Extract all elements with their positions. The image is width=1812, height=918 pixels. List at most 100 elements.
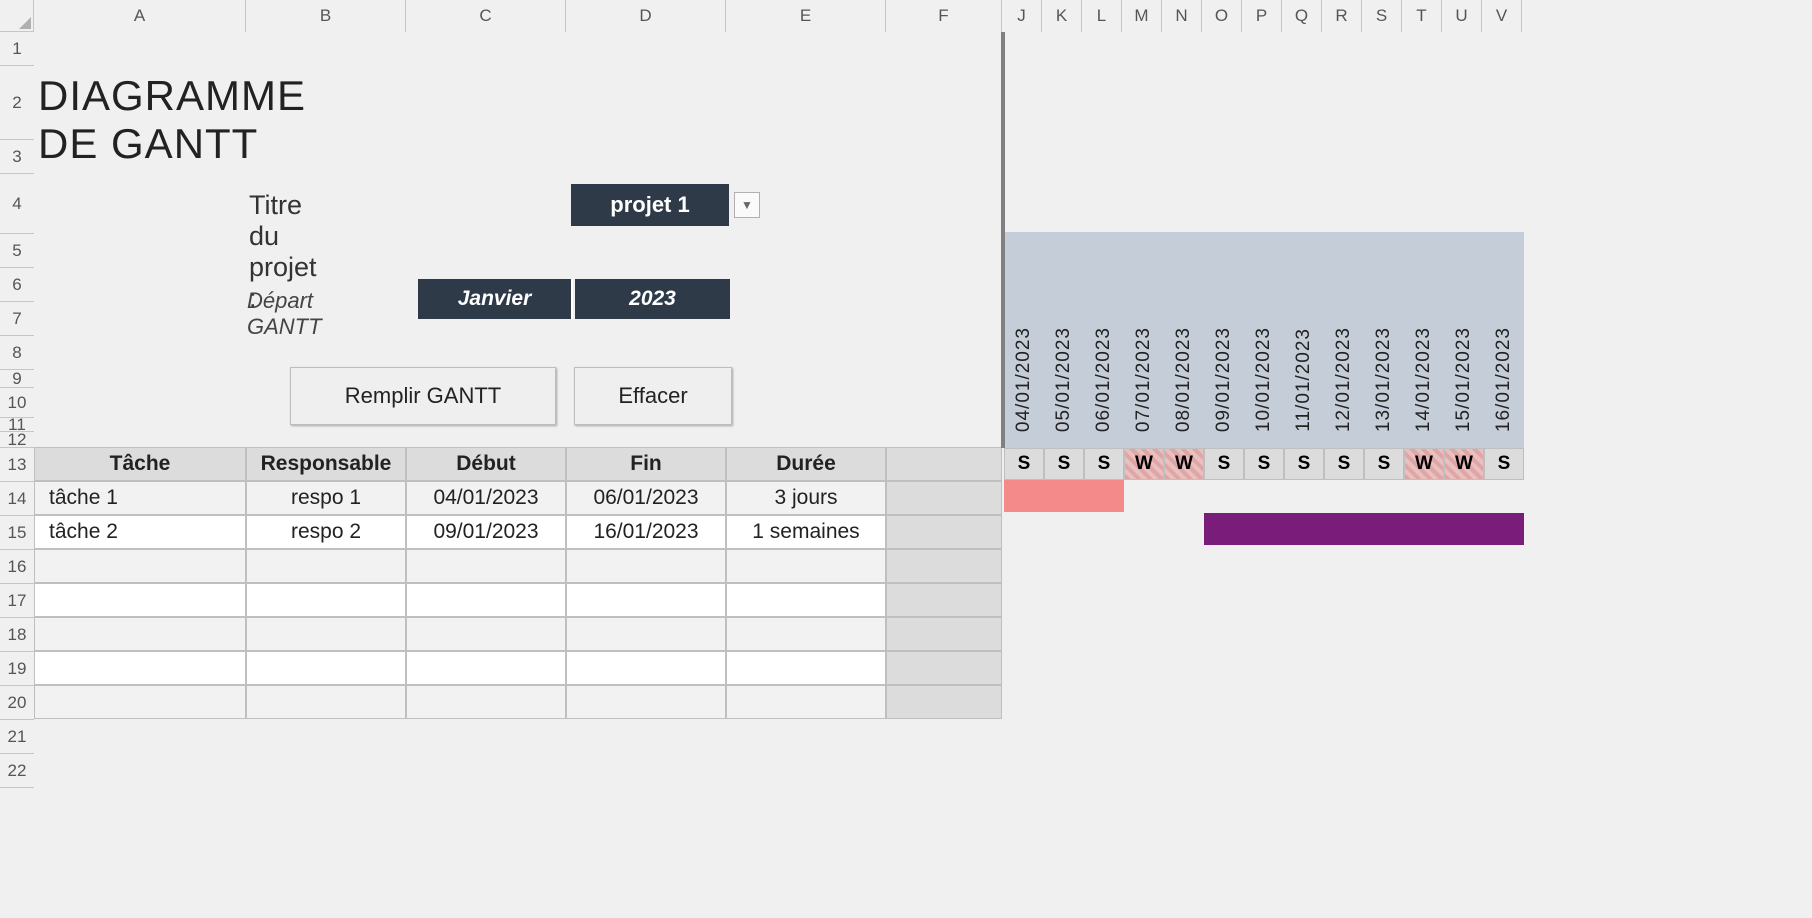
table-cell[interactable] bbox=[406, 549, 566, 583]
row-header-2[interactable]: 2 bbox=[0, 66, 34, 140]
table-cell[interactable] bbox=[566, 583, 726, 617]
table-cell[interactable] bbox=[406, 617, 566, 651]
table-header: Tâche bbox=[34, 447, 246, 481]
table-cell[interactable]: tâche 2 bbox=[34, 515, 246, 549]
table-cell[interactable] bbox=[886, 583, 1002, 617]
row-header-12[interactable]: 12 bbox=[0, 432, 34, 448]
row-header-6[interactable]: 6 bbox=[0, 268, 34, 302]
row-header-17[interactable]: 17 bbox=[0, 584, 34, 618]
column-header-M[interactable]: M bbox=[1122, 0, 1162, 32]
row-header-7[interactable]: 7 bbox=[0, 302, 34, 336]
row-header-8[interactable]: 8 bbox=[0, 336, 34, 370]
row-header-18[interactable]: 18 bbox=[0, 618, 34, 652]
table-cell[interactable] bbox=[726, 651, 886, 685]
gantt-start-year[interactable]: 2023 bbox=[575, 279, 730, 319]
column-header-U[interactable]: U bbox=[1442, 0, 1482, 32]
column-header-V[interactable]: V bbox=[1482, 0, 1522, 32]
table-cell[interactable]: 1 semaines bbox=[726, 515, 886, 549]
project-select-value[interactable]: projet 1 bbox=[571, 184, 729, 226]
row-header-1[interactable]: 1 bbox=[0, 32, 34, 66]
table-cell[interactable] bbox=[246, 549, 406, 583]
table-cell[interactable]: 06/01/2023 bbox=[566, 481, 726, 515]
column-header-R[interactable]: R bbox=[1322, 0, 1362, 32]
gantt-date: 12/01/2023 bbox=[1324, 232, 1364, 448]
row-header-4[interactable]: 4 bbox=[0, 174, 34, 234]
row-header-19[interactable]: 19 bbox=[0, 652, 34, 686]
table-cell[interactable] bbox=[886, 549, 1002, 583]
fill-gantt-button[interactable]: Remplir GANTT bbox=[290, 367, 556, 425]
table-cell[interactable] bbox=[34, 549, 246, 583]
gantt-daytype-cell: S bbox=[1204, 448, 1244, 480]
table-cell[interactable] bbox=[246, 583, 406, 617]
table-cell[interactable] bbox=[726, 583, 886, 617]
column-header-S[interactable]: S bbox=[1362, 0, 1402, 32]
table-cell[interactable] bbox=[406, 651, 566, 685]
column-header-B[interactable]: B bbox=[246, 0, 406, 32]
gantt-daytype-row: SSSWWSSSSSWWS bbox=[1004, 448, 1524, 480]
column-header-A[interactable]: A bbox=[34, 0, 246, 32]
row-header-14[interactable]: 14 bbox=[0, 482, 34, 516]
gantt-start-month[interactable]: Janvier bbox=[418, 279, 573, 319]
table-cell[interactable] bbox=[886, 651, 1002, 685]
column-header-Q[interactable]: Q bbox=[1282, 0, 1322, 32]
table-header: Durée bbox=[726, 447, 886, 481]
row-header-20[interactable]: 20 bbox=[0, 686, 34, 720]
row-header-10[interactable]: 10 bbox=[0, 388, 34, 418]
column-header-O[interactable]: O bbox=[1202, 0, 1242, 32]
row-header-5[interactable]: 5 bbox=[0, 234, 34, 268]
row-header-22[interactable]: 22 bbox=[0, 754, 34, 788]
column-header-C[interactable]: C bbox=[406, 0, 566, 32]
table-cell[interactable] bbox=[886, 685, 1002, 719]
table-cell[interactable] bbox=[34, 651, 246, 685]
table-cell[interactable] bbox=[566, 549, 726, 583]
table-cell[interactable] bbox=[566, 651, 726, 685]
table-cell[interactable] bbox=[726, 685, 886, 719]
table-cell[interactable]: respo 1 bbox=[246, 481, 406, 515]
column-headers: ABCDEFJKLMNOPQRSTUV bbox=[34, 0, 1522, 32]
gantt-start-label: Départ GANTT bbox=[247, 288, 322, 340]
select-all-corner[interactable] bbox=[0, 0, 34, 32]
column-header-J[interactable]: J bbox=[1002, 0, 1042, 32]
table-cell[interactable] bbox=[566, 685, 726, 719]
table-cell[interactable]: 16/01/2023 bbox=[566, 515, 726, 549]
column-header-T[interactable]: T bbox=[1402, 0, 1442, 32]
table-cell[interactable] bbox=[886, 617, 1002, 651]
row-header-9[interactable]: 9 bbox=[0, 370, 34, 388]
table-cell[interactable] bbox=[246, 651, 406, 685]
column-header-L[interactable]: L bbox=[1082, 0, 1122, 32]
gantt-daytype-cell: S bbox=[1324, 448, 1364, 480]
row-header-21[interactable]: 21 bbox=[0, 720, 34, 754]
table-cell[interactable]: tâche 1 bbox=[34, 481, 246, 515]
table-cell[interactable] bbox=[34, 685, 246, 719]
table-cell[interactable] bbox=[886, 515, 1002, 549]
table-header: Début bbox=[406, 447, 566, 481]
column-header-P[interactable]: P bbox=[1242, 0, 1282, 32]
table-cell[interactable] bbox=[246, 617, 406, 651]
row-header-13[interactable]: 13 bbox=[0, 448, 34, 482]
table-cell[interactable]: respo 2 bbox=[246, 515, 406, 549]
chevron-down-icon: ▼ bbox=[741, 198, 753, 212]
clear-button[interactable]: Effacer bbox=[574, 367, 732, 425]
project-dropdown-button[interactable]: ▼ bbox=[734, 192, 760, 218]
row-header-16[interactable]: 16 bbox=[0, 550, 34, 584]
table-cell[interactable] bbox=[726, 617, 886, 651]
table-cell[interactable] bbox=[566, 617, 726, 651]
table-cell[interactable] bbox=[726, 549, 886, 583]
column-header-D[interactable]: D bbox=[566, 0, 726, 32]
table-cell[interactable] bbox=[246, 685, 406, 719]
table-cell[interactable] bbox=[406, 583, 566, 617]
column-header-E[interactable]: E bbox=[726, 0, 886, 32]
row-header-15[interactable]: 15 bbox=[0, 516, 34, 550]
table-cell[interactable] bbox=[886, 481, 1002, 515]
row-header-3[interactable]: 3 bbox=[0, 140, 34, 174]
table-cell[interactable]: 3 jours bbox=[726, 481, 886, 515]
column-header-F[interactable]: F bbox=[886, 0, 1002, 32]
column-header-K[interactable]: K bbox=[1042, 0, 1082, 32]
table-cell[interactable] bbox=[34, 617, 246, 651]
column-header-N[interactable]: N bbox=[1162, 0, 1202, 32]
table-cell[interactable]: 09/01/2023 bbox=[406, 515, 566, 549]
table-cell[interactable] bbox=[34, 583, 246, 617]
table-cell[interactable]: 04/01/2023 bbox=[406, 481, 566, 515]
table-cell[interactable] bbox=[406, 685, 566, 719]
gantt-daytype-cell: S bbox=[1364, 448, 1404, 480]
